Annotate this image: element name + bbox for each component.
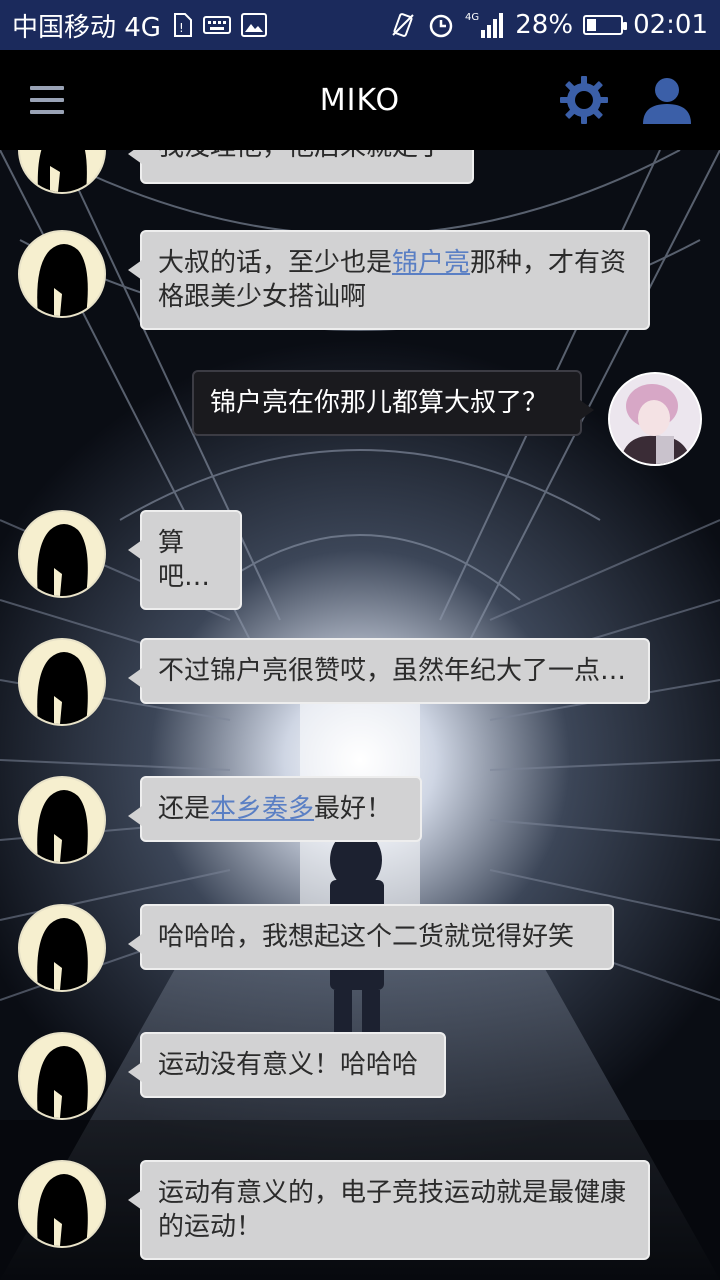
message-bubble: 算吧…: [128, 510, 242, 610]
message-bubble: 锦户亮在你那儿都算大叔了？: [192, 370, 594, 436]
battery-percent: 28%: [515, 10, 574, 40]
chat-message-list[interactable]: 我没理他，他后来就走了 大叔的话，至少也是锦户亮那种，才有资格跟美少女搭讪啊 锦…: [0, 150, 720, 1280]
message-text: 我没理他，他后来就走了: [158, 150, 444, 162]
app-bar: MIKO: [0, 50, 720, 150]
profile-icon[interactable]: [640, 76, 694, 126]
bot-avatar[interactable]: [18, 230, 106, 318]
bot-avatar[interactable]: [18, 510, 106, 598]
alarm-icon: [427, 11, 455, 39]
bot-avatar[interactable]: [18, 904, 106, 992]
svg-text:!: !: [179, 21, 184, 35]
bot-avatar[interactable]: [18, 150, 106, 194]
message-text: 大叔的话，至少也是: [158, 248, 393, 278]
status-bar: 中国移动 4G ! 4G 28% 02:01: [0, 0, 720, 50]
bot-avatar[interactable]: [18, 776, 106, 864]
app-title: MIKO: [319, 82, 401, 118]
message-text: 运动没有意义！哈哈哈: [158, 1050, 419, 1080]
message-text: 不过锦户亮很赞哎，虽然年纪大了一点…: [158, 656, 627, 686]
clock: 02:01: [633, 10, 708, 40]
gear-icon[interactable]: [558, 74, 610, 126]
sim-alert-icon: !: [171, 12, 193, 38]
message-text: 运动有意义的，电子竞技运动就是最健康的运动！: [158, 1178, 627, 1242]
bot-avatar[interactable]: [18, 1032, 106, 1120]
message-text: 算吧…: [158, 528, 211, 592]
svg-text:4G: 4G: [465, 12, 479, 23]
message-bubble: 运动有意义的，电子竞技运动就是最健康的运动！: [128, 1160, 650, 1260]
message-bubble: 还是本乡奏多最好！: [128, 776, 422, 842]
message-text: 最好！: [314, 794, 393, 824]
message-text: 哈哈哈，我想起这个二货就觉得好笑: [158, 922, 575, 952]
message-link[interactable]: 锦户亮: [392, 248, 470, 278]
signal-icon: 4G: [465, 10, 505, 40]
message-text: 还是: [158, 794, 211, 824]
bot-avatar[interactable]: [18, 638, 106, 726]
bot-avatar[interactable]: [18, 1160, 106, 1248]
message-bubble: 哈哈哈，我想起这个二货就觉得好笑: [128, 904, 614, 970]
user-avatar[interactable]: [608, 372, 702, 466]
message-text: 锦户亮在你那儿都算大叔了？: [210, 388, 549, 418]
vibrate-icon: [389, 11, 417, 39]
carrier-label: 中国移动 4G: [12, 12, 161, 43]
message-bubble: 运动没有意义！哈哈哈: [128, 1032, 446, 1098]
message-bubble: 我没理他，他后来就走了: [128, 150, 474, 184]
battery-icon: [583, 15, 628, 35]
message-bubble: 不过锦户亮很赞哎，虽然年纪大了一点…: [128, 638, 650, 704]
message-bubble: 大叔的话，至少也是锦户亮那种，才有资格跟美少女搭讪啊: [128, 230, 650, 330]
keyboard-icon: [202, 15, 231, 35]
image-icon: [240, 13, 267, 37]
message-link[interactable]: 本乡奏多: [210, 794, 314, 824]
